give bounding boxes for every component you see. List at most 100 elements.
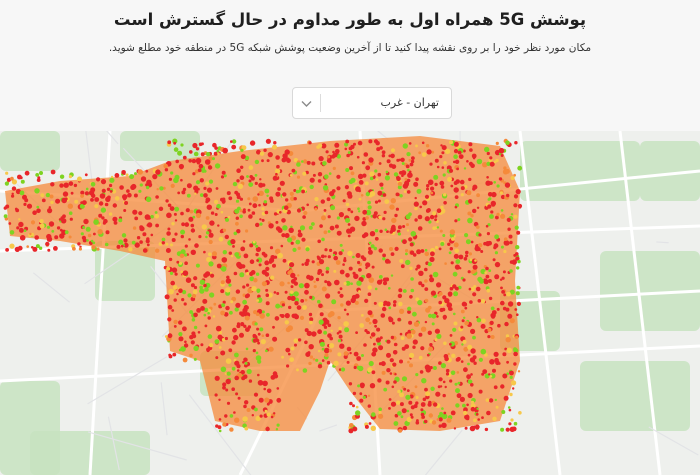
coverage-point <box>294 343 297 347</box>
coverage-point <box>256 288 261 293</box>
coverage-point <box>156 188 159 191</box>
coverage-point <box>318 319 324 325</box>
coverage-point <box>239 175 245 180</box>
coverage-point <box>487 192 493 197</box>
coverage-point <box>184 253 188 257</box>
coverage-point <box>301 263 305 266</box>
coverage-point <box>500 209 504 212</box>
coverage-point <box>3 214 8 219</box>
coverage-point <box>282 192 287 197</box>
coverage-point <box>454 159 460 164</box>
coverage-point <box>448 251 452 255</box>
coverage-point <box>477 418 481 421</box>
coverage-point <box>199 193 204 197</box>
coverage-point <box>402 425 408 431</box>
coverage-point <box>85 187 89 191</box>
coverage-point <box>29 232 32 236</box>
coverage-point <box>205 231 210 235</box>
coverage-point <box>206 152 211 157</box>
coverage-point <box>358 197 362 201</box>
coverage-point <box>463 167 467 170</box>
coverage-point <box>373 342 376 346</box>
coverage-point <box>377 199 381 203</box>
coverage-point <box>228 251 232 255</box>
coverage-point <box>355 186 361 192</box>
coverage-point <box>36 178 41 182</box>
coverage-point <box>304 261 309 266</box>
coverage-point <box>335 260 341 265</box>
coverage-point <box>406 409 410 413</box>
coverage-point <box>229 414 234 418</box>
coverage-point <box>336 174 341 179</box>
coverage-point <box>257 332 261 336</box>
coverage-point <box>473 418 477 423</box>
coverage-point <box>434 182 438 187</box>
coverage-point <box>328 349 332 353</box>
region-select[interactable]: تهران - غرب <box>292 87 452 119</box>
coverage-point <box>332 166 336 170</box>
coverage-point <box>456 393 462 399</box>
coverage-point <box>461 319 465 323</box>
coverage-point <box>265 349 268 353</box>
coverage-point <box>439 155 443 159</box>
coverage-point <box>434 218 437 222</box>
coverage-point <box>9 230 15 235</box>
coverage-point <box>312 173 316 177</box>
coverage-point <box>453 291 459 297</box>
coverage-point <box>455 403 460 408</box>
coverage-point <box>165 248 171 253</box>
coverage-point <box>231 387 235 392</box>
coverage-point <box>242 240 246 243</box>
coverage-point <box>458 254 464 260</box>
coverage-point <box>167 304 173 310</box>
coverage-point <box>318 156 324 162</box>
coverage-point <box>349 166 353 171</box>
coverage-point <box>412 345 416 349</box>
coverage-point <box>432 271 439 278</box>
coverage-point <box>481 318 486 324</box>
coverage-point <box>145 239 150 244</box>
coverage-point <box>210 211 215 215</box>
coverage-point <box>241 376 246 381</box>
coverage-point <box>317 256 321 261</box>
coverage-point <box>441 166 445 169</box>
chevron-down-icon[interactable] <box>300 97 313 110</box>
coverage-point <box>39 223 45 229</box>
coverage-point <box>365 317 371 323</box>
coverage-point <box>245 327 250 332</box>
coverage-point <box>205 216 210 220</box>
coverage-point <box>59 174 65 179</box>
coverage-point <box>11 186 17 191</box>
coverage-point <box>322 161 327 166</box>
coverage-point <box>449 379 453 383</box>
coverage-point <box>261 218 265 222</box>
coverage-point <box>369 191 376 197</box>
coverage-point <box>204 159 211 165</box>
coverage-point <box>84 173 88 177</box>
coverage-point <box>137 169 143 175</box>
coverage-point <box>128 247 133 252</box>
coverage-point <box>289 262 295 268</box>
coverage-point <box>508 422 512 426</box>
coverage-point <box>429 274 433 278</box>
coverage-point <box>222 147 228 154</box>
coverage-point <box>508 234 513 239</box>
coverage-point <box>222 228 227 232</box>
map-canvas[interactable] <box>0 131 700 475</box>
coverage-point <box>403 190 407 193</box>
coverage-point <box>510 213 514 216</box>
coverage-point <box>280 244 284 248</box>
coverage-point <box>368 422 372 425</box>
coverage-point <box>457 150 462 155</box>
coverage-point <box>486 232 490 236</box>
coverage-map[interactable] <box>0 131 700 475</box>
coverage-point <box>414 218 418 222</box>
coverage-point <box>512 387 515 390</box>
coverage-point <box>494 234 499 240</box>
coverage-point <box>317 299 321 304</box>
coverage-point <box>129 174 135 180</box>
coverage-point <box>405 249 409 253</box>
coverage-point <box>15 208 20 213</box>
coverage-point <box>447 306 453 311</box>
coverage-point <box>424 194 430 199</box>
